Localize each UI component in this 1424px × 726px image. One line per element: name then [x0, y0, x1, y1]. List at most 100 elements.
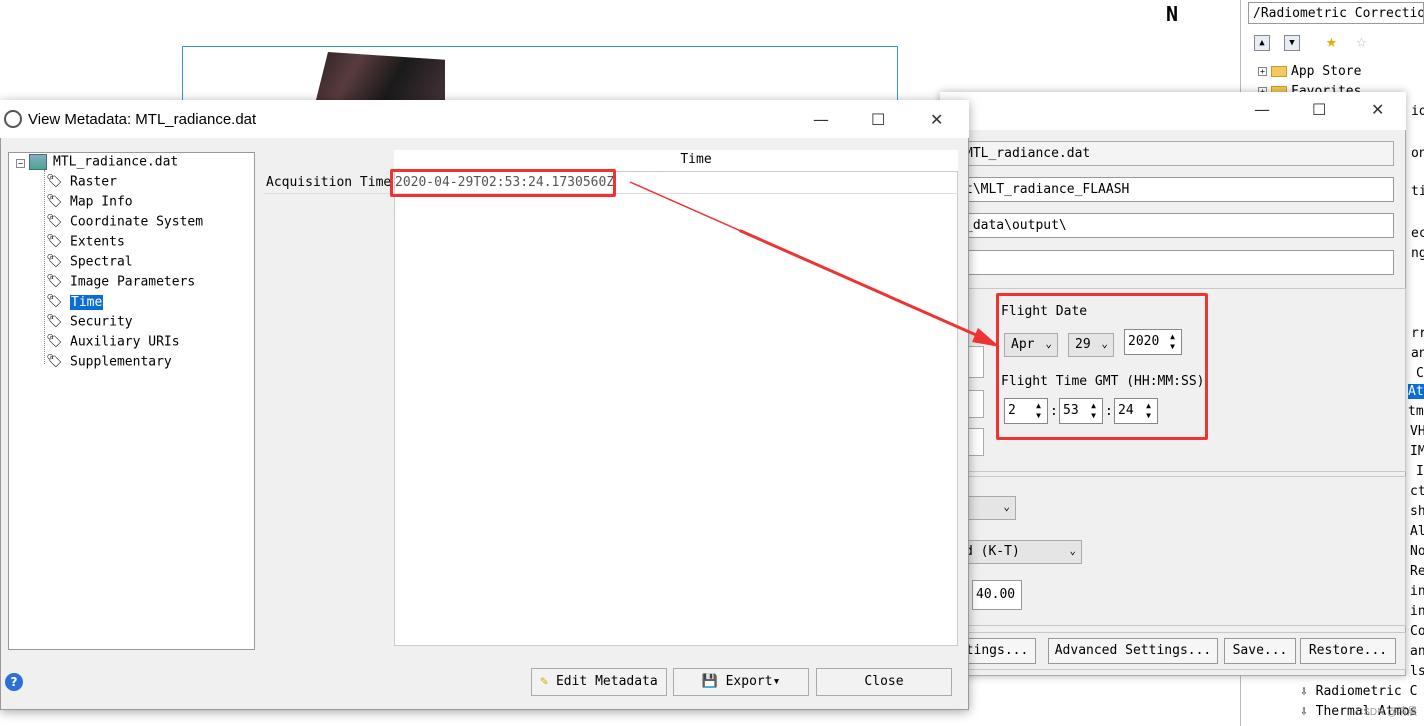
tag-icon: 🏷: [46, 294, 63, 309]
minimize-icon[interactable]: —: [813, 110, 829, 129]
tag-icon: 🏷: [46, 274, 63, 289]
disk-icon: 💾: [701, 674, 718, 689]
export-button[interactable]: 💾 Export▾: [673, 668, 809, 696]
tree-node-security[interactable]: 🏷 Security: [46, 314, 133, 330]
acquisition-time-highlight: [390, 169, 616, 197]
raster-image: [315, 52, 445, 104]
spinner-arrows-icon[interactable]: ▲ ▼: [1087, 401, 1100, 421]
tag-icon: 🏷: [46, 314, 63, 329]
tree-node-map-info[interactable]: 🏷 Map Info: [46, 194, 133, 210]
clipped-label: io: [1411, 104, 1424, 119]
clipped-label: ec: [1411, 226, 1424, 241]
collapse-icon[interactable]: −: [16, 158, 25, 168]
dropdown-arrow-icon: ▾: [772, 674, 781, 689]
close-icon[interactable]: ✕: [1371, 100, 1384, 119]
close-button[interactable]: Close: [816, 668, 952, 696]
visibility-field[interactable]: 40.00: [972, 580, 1022, 610]
multispectral-settings-button[interactable]: tings...: [958, 638, 1036, 664]
chevron-down-icon: ⌄: [1045, 337, 1052, 350]
clipped-label: ng: [1411, 246, 1424, 261]
time-separator: :: [1105, 404, 1113, 419]
tool-icon: ⇩: [1300, 684, 1316, 699]
clipped-label: VH: [1410, 424, 1424, 439]
raster-file-icon: [29, 154, 47, 170]
edit-metadata-button[interactable]: ✎ Edit Metadata: [531, 668, 667, 696]
tree-node-spectral[interactable]: 🏷 Spectral: [46, 254, 133, 270]
expand-icon[interactable]: +: [1258, 67, 1267, 76]
minimize-icon[interactable]: —: [1254, 100, 1270, 119]
add-favorite-icon[interactable]: ★: [1326, 33, 1337, 51]
clipped-label: sh: [1410, 504, 1424, 519]
tag-icon: 🏷: [46, 254, 63, 269]
help-icon[interactable]: ?: [5, 673, 23, 691]
tree-node-supplementary[interactable]: 🏷 Supplementary: [46, 354, 172, 370]
toolbox-search-path[interactable]: /Radiometric Correction: [1248, 2, 1424, 24]
clipped-label: Co: [1410, 624, 1424, 639]
clipped-label: on: [1411, 146, 1424, 161]
toolbox-item-app-store[interactable]: + App Store: [1258, 64, 1361, 79]
tag-icon: 🏷: [46, 194, 63, 209]
clipped-label: rr: [1411, 326, 1424, 341]
chevron-down-icon: ⌄: [1101, 337, 1108, 350]
tree-root[interactable]: − MTL_radiance.dat: [16, 154, 178, 170]
tree-node-time[interactable]: 🏷 Time: [46, 294, 104, 310]
time-separator: :: [1050, 404, 1058, 419]
clipped-label: in: [1410, 604, 1424, 619]
clipped-label: ti: [1411, 184, 1424, 199]
close-icon[interactable]: ✕: [930, 110, 943, 129]
dialog-title: View Metadata: MTL_radiance.dat: [28, 111, 257, 128]
spinner-arrows-icon[interactable]: ▲ ▼: [1142, 401, 1155, 421]
toolbox-item-radiometric-calibration[interactable]: ⇩ Radiometric C: [1300, 684, 1417, 699]
input-radiance-field[interactable]: MTL_radiance.dat: [958, 141, 1394, 166]
restore-button[interactable]: Restore...: [1300, 638, 1396, 664]
collapse-down-icon[interactable]: ▼: [1284, 35, 1300, 51]
north-arrow-icon: N: [1166, 2, 1179, 26]
clipped-label: an: [1411, 346, 1424, 361]
day-select[interactable]: 29 ⌄: [1068, 333, 1114, 357]
clipped-label: Re: [1410, 564, 1424, 579]
tag-icon: 🏷: [46, 174, 63, 189]
maximize-icon[interactable]: ☐: [871, 110, 885, 129]
minute-spinner[interactable]: 53 ▲ ▼: [1059, 398, 1103, 424]
clipped-label: Al: [1410, 524, 1424, 539]
clipped-label: I: [1416, 464, 1424, 479]
tree-node-extents[interactable]: 🏷 Extents: [46, 234, 125, 250]
output-reflectance-field[interactable]: t\MLT_radiance_FLAASH: [958, 177, 1394, 202]
output-directory-field[interactable]: _data\output\: [958, 213, 1394, 238]
advanced-settings-button[interactable]: Advanced Settings...: [1048, 638, 1218, 664]
tag-icon: 🏷: [46, 354, 63, 369]
pencil-icon: ✎: [540, 674, 549, 689]
aerosol-model-select[interactable]: d (K-T) ⌄: [958, 540, 1082, 564]
image-view-frame: [182, 46, 898, 106]
collapse-up-icon[interactable]: ▲: [1254, 35, 1270, 51]
clipped-label: ct: [1410, 484, 1424, 499]
tag-icon: 🏷: [46, 214, 63, 229]
rootname-field[interactable]: [958, 250, 1394, 275]
favorite-icon[interactable]: ☆: [1356, 33, 1367, 51]
tree-node-coordinate-system[interactable]: 🏷 Coordinate System: [46, 214, 203, 230]
maximize-icon[interactable]: ☐: [1312, 100, 1326, 119]
clipped-label: tmo: [1408, 404, 1424, 419]
hour-spinner[interactable]: 2 ▲ ▼: [1004, 398, 1048, 424]
tool-icon: ⇩: [1300, 704, 1316, 719]
tree-line: [44, 170, 45, 364]
clipped-label-selected: Atm: [1408, 384, 1424, 399]
flaash-titlebar: [940, 92, 1406, 130]
spinner-arrows-icon[interactable]: ▲ ▼: [1032, 401, 1045, 421]
tag-icon: 🏷: [46, 334, 63, 349]
second-spinner[interactable]: 24 ▲ ▼: [1114, 398, 1158, 424]
chevron-down-icon: ⌄: [1069, 544, 1076, 557]
flight-time-label: Flight Time GMT (HH:MM:SS): [1001, 374, 1205, 389]
spinner-arrows-icon[interactable]: ▲ ▼: [1166, 332, 1179, 352]
tree-node-raster[interactable]: 🏷 Raster: [46, 174, 117, 190]
tree-node-auxiliary-uris[interactable]: 🏷 Auxiliary URIs: [46, 334, 180, 350]
watermark: CSDN @清晨: [1356, 707, 1418, 718]
save-button[interactable]: Save...: [1224, 638, 1296, 664]
clipped-label: an: [1410, 644, 1424, 659]
chevron-down-icon: ⌄: [1003, 500, 1010, 513]
tree-node-image-parameters[interactable]: 🏷 Image Parameters: [46, 274, 195, 290]
clipped-label: IM: [1410, 444, 1424, 459]
annotation-arrow: [629, 180, 1000, 347]
year-spinner[interactable]: 2020 ▲ ▼: [1124, 329, 1182, 355]
clipped-label: No: [1410, 544, 1424, 559]
